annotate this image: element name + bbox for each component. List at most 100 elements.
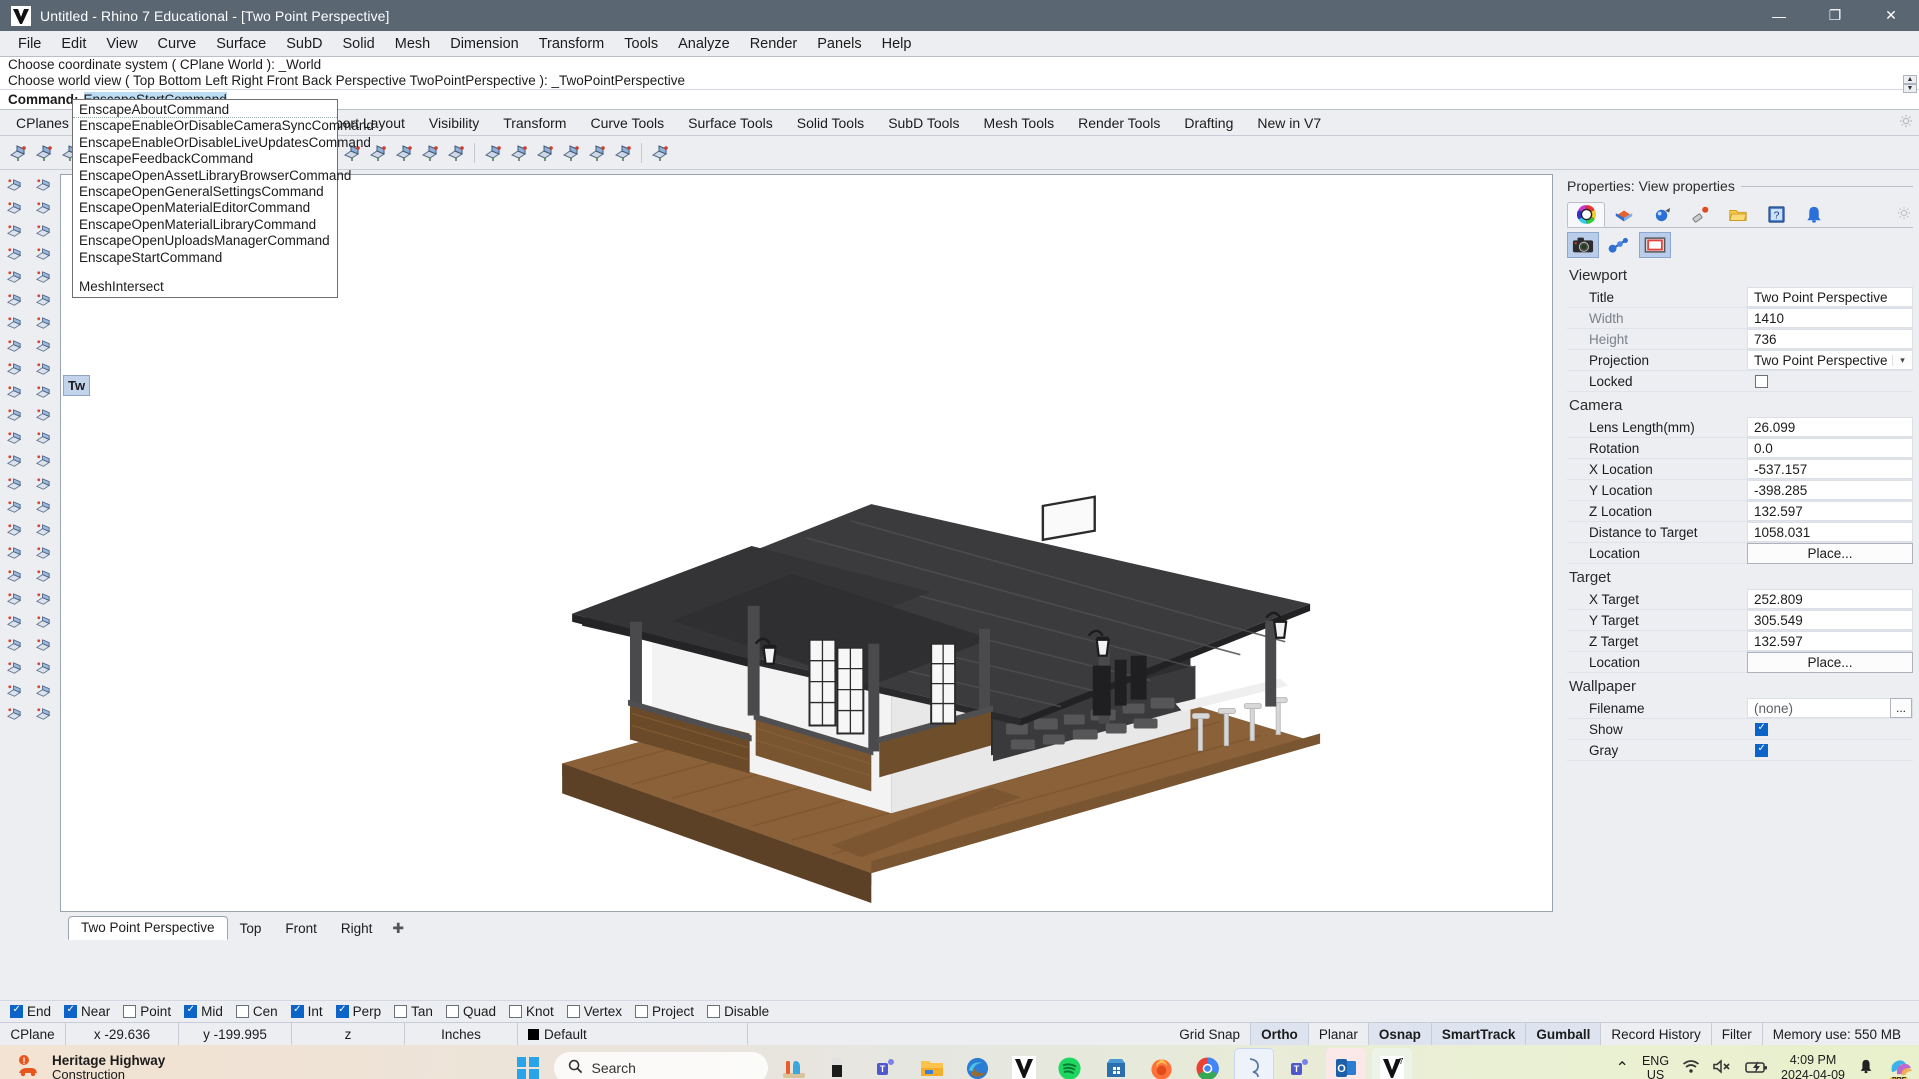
chevron-down-icon[interactable]: ▾ (1892, 354, 1912, 366)
array-icon[interactable] (0, 588, 29, 611)
polygon-icon[interactable] (29, 289, 58, 312)
property-value-width[interactable]: 1410 (1747, 308, 1913, 328)
checkbox-box[interactable] (10, 1004, 23, 1018)
status-toggle-planar[interactable]: Planar (1309, 1023, 1369, 1045)
sweep1-icon[interactable] (29, 335, 58, 358)
property-dropdown-projection[interactable]: Two Point Perspective ▾ (1747, 350, 1913, 370)
help-icon[interactable]: ? (1757, 202, 1795, 227)
osnap-perp[interactable]: Perp (335, 1004, 381, 1019)
fillet-icon[interactable] (0, 496, 29, 519)
taskbar-weather-widget[interactable]: ! Heritage Highway Construction (0, 1053, 460, 1079)
osnap-knot[interactable]: Knot (508, 1004, 554, 1019)
menu-item-solid[interactable]: Solid (333, 34, 385, 54)
minimize-button[interactable]: — (1751, 0, 1807, 31)
material-icon[interactable] (1681, 202, 1719, 227)
status-toggle-record-history[interactable]: Record History (1601, 1023, 1712, 1045)
bell-icon[interactable] (1795, 202, 1833, 227)
autocomplete-item[interactable]: EnscapeOpenMaterialEditorCommand (73, 200, 337, 216)
autocomplete-item[interactable]: EnscapeStartCommand (73, 250, 337, 266)
cplane-3point-icon[interactable] (32, 141, 56, 165)
property-value-x-target[interactable]: 252.809 (1747, 589, 1913, 609)
torus-icon[interactable] (29, 404, 58, 427)
light-icon[interactable] (1643, 202, 1681, 227)
status-toggle-osnap[interactable]: Osnap (1368, 1023, 1432, 1045)
tool-tab-render-tools[interactable]: Render Tools (1066, 112, 1172, 135)
select-all-icon[interactable] (481, 141, 505, 165)
taskbar-clock[interactable]: 4:09 PM 2024-04-09 (1781, 1053, 1845, 1079)
dark-tile-icon[interactable] (820, 1048, 860, 1079)
property-checkbox-locked[interactable] (1747, 371, 1913, 391)
edge-icon[interactable] (958, 1048, 998, 1079)
folder-icon[interactable] (1719, 202, 1757, 227)
property-value-title[interactable]: Two Point Perspective (1747, 287, 1913, 307)
light-place-icon[interactable] (29, 703, 58, 726)
properties-tab-row-primary[interactable]: ? (1567, 201, 1913, 228)
text-icon[interactable] (0, 519, 29, 542)
menu-item-tools[interactable]: Tools (614, 34, 668, 54)
menu-item-mesh[interactable]: Mesh (385, 34, 440, 54)
menu-bar[interactable]: File Edit View Curve Surface SubD Solid Mesh Dim… (0, 31, 1919, 56)
firefox-icon[interactable] (1142, 1048, 1182, 1079)
arrow-select-icon[interactable] (0, 174, 29, 197)
linked-spheres-icon[interactable] (1603, 232, 1635, 258)
grid-icon[interactable] (0, 657, 29, 680)
tool-tab-cplanes[interactable]: CPlanes (4, 112, 81, 135)
teams-icon[interactable]: T (866, 1048, 906, 1079)
status-layer[interactable]: Default (518, 1023, 748, 1045)
mirror-icon[interactable] (29, 588, 58, 611)
boolean-union-icon[interactable] (0, 450, 29, 473)
viewport-frame-icon[interactable] (1639, 232, 1671, 258)
checkbox-box[interactable] (635, 1005, 649, 1018)
property-value-height[interactable]: 736 (1747, 329, 1913, 349)
property-value-x-location[interactable]: -537.157 (1747, 459, 1913, 479)
property-value-z-target[interactable]: 132.597 (1747, 631, 1913, 651)
menu-item-render[interactable]: Render (740, 34, 808, 54)
pipe-icon[interactable] (0, 427, 29, 450)
osnap-end[interactable]: End (10, 1004, 51, 1019)
tray-expand-chevron-icon[interactable]: ⌃ (1616, 1058, 1629, 1078)
command-scroll-spinner[interactable]: ▲ ▼ (1903, 75, 1917, 93)
autocomplete-item[interactable]: EnscapeAboutCommand (73, 102, 337, 119)
menu-item-edit[interactable]: Edit (51, 34, 96, 54)
checkbox-box[interactable] (123, 1005, 137, 1018)
rhino-icon[interactable] (1004, 1048, 1044, 1079)
extrude-icon[interactable] (29, 427, 58, 450)
osnap-mid[interactable]: Mid (184, 1004, 223, 1019)
status-toggle-ortho[interactable]: Ortho (1251, 1023, 1309, 1045)
tool-tab-transform[interactable]: Transform (491, 112, 578, 135)
color-wheel-icon[interactable] (1567, 202, 1605, 227)
tool-tab-drafting[interactable]: Drafting (1172, 112, 1245, 135)
checkbox-box[interactable] (235, 1005, 249, 1018)
language-indicator[interactable]: ENG US (1642, 1054, 1669, 1079)
autocomplete-item[interactable]: EnscapeFeedbackCommand (73, 151, 337, 167)
check-icon[interactable] (0, 680, 29, 703)
property-value-rotation[interactable]: 0.0 (1747, 438, 1913, 458)
checkbox-box[interactable] (1755, 743, 1768, 757)
property-value-y-location[interactable]: -398.285 (1747, 480, 1913, 500)
annotation-dot-icon[interactable] (0, 565, 29, 588)
tool-tab-solid-tools[interactable]: Solid Tools (785, 112, 876, 135)
menu-item-subd[interactable]: SubD (276, 34, 332, 54)
osnap-project[interactable]: Project (635, 1004, 694, 1019)
menu-item-analyze[interactable]: Analyze (668, 34, 740, 54)
toolbar-options-gear-icon[interactable] (1899, 114, 1913, 131)
place-button[interactable]: Place... (1747, 542, 1913, 564)
property-checkbox-show[interactable] (1747, 719, 1913, 739)
render-icon[interactable] (29, 680, 58, 703)
osnap-quad[interactable]: Quad (445, 1004, 496, 1019)
checkbox-box[interactable] (64, 1004, 78, 1018)
boolean-difference-icon[interactable] (29, 450, 58, 473)
autocomplete-item[interactable]: EnscapeEnableOrDisableCameraSyncCommand (73, 118, 374, 134)
loft-icon[interactable] (0, 335, 29, 358)
box-icon[interactable] (29, 358, 58, 381)
select-surfaces-icon[interactable] (585, 141, 609, 165)
polyline-icon[interactable] (29, 197, 58, 220)
autocomplete-item[interactable]: EnscapeOpenGeneralSettingsCommand (73, 184, 337, 200)
sketch-app-icon[interactable] (1233, 1048, 1274, 1079)
add-viewport-tab-button[interactable]: ✚ (384, 917, 412, 940)
select-points-icon[interactable] (611, 141, 635, 165)
move-icon[interactable] (0, 634, 29, 657)
paint-3d-icon[interactable] (774, 1048, 814, 1079)
battery-charging-icon[interactable] (1745, 1060, 1768, 1077)
status-toggle-smarttrack[interactable]: SmartTrack (1431, 1023, 1527, 1045)
